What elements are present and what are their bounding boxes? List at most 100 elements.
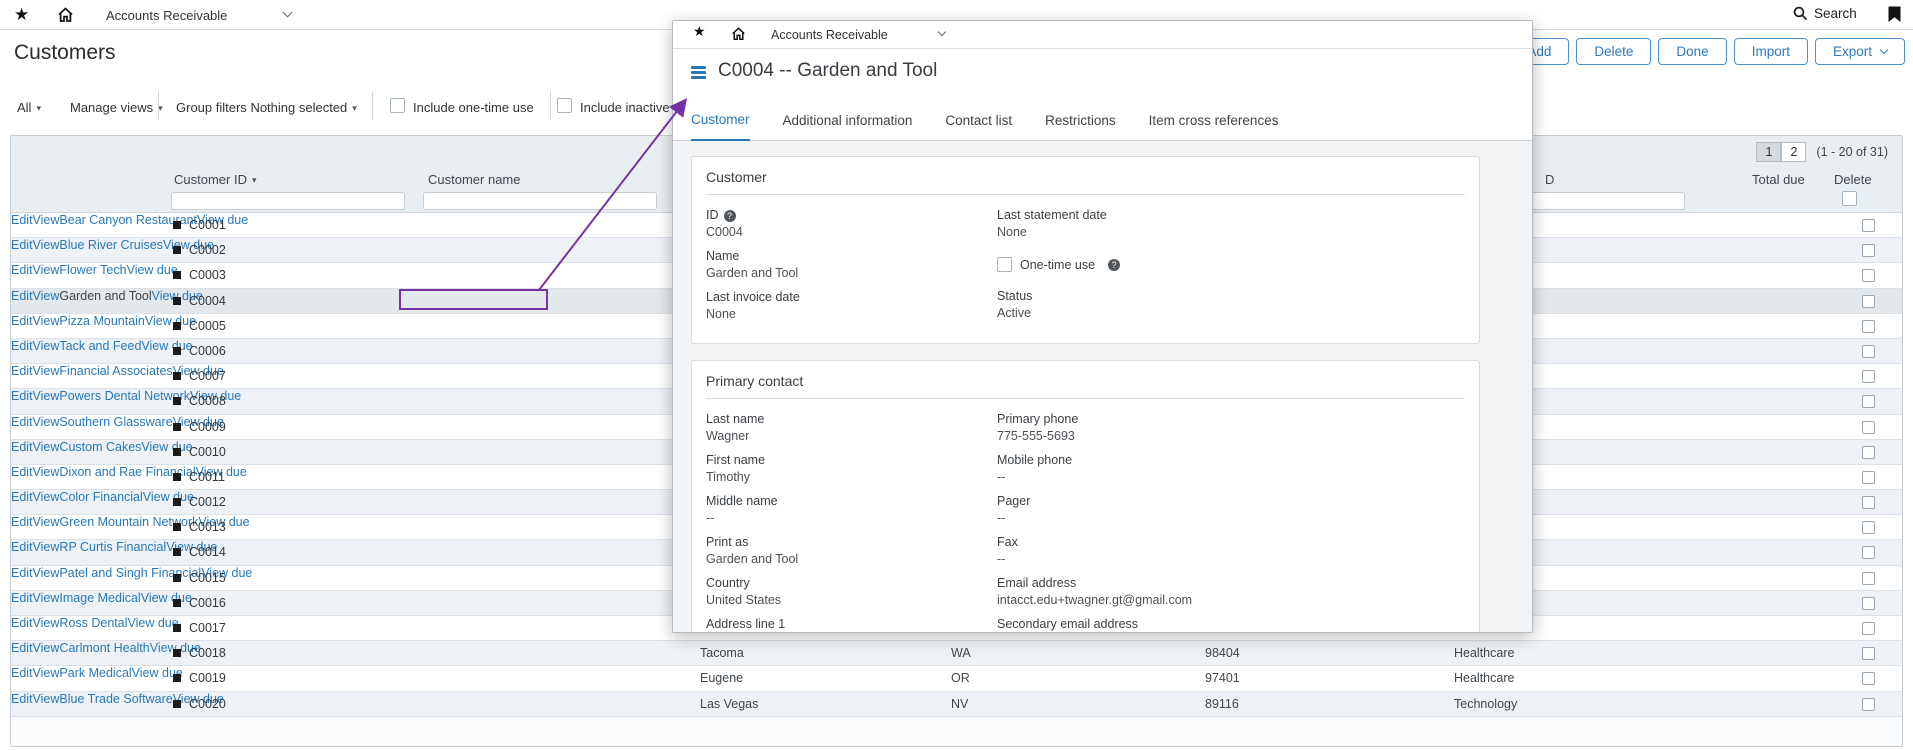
tab-customer[interactable]: Customer — [691, 112, 750, 142]
view-due-link[interactable]: View due — [127, 263, 178, 277]
view-due-link[interactable]: View due — [141, 591, 192, 605]
row-delete-checkbox[interactable] — [1862, 647, 1875, 660]
view-link[interactable]: View — [33, 364, 60, 378]
customer-name-link[interactable]: Financial Associates — [59, 364, 172, 378]
row-delete-checkbox[interactable] — [1862, 672, 1875, 685]
edit-link[interactable]: Edit — [11, 616, 33, 630]
row-delete-checkbox[interactable] — [1862, 421, 1875, 434]
row-delete-checkbox[interactable] — [1862, 622, 1875, 635]
bookmark-icon[interactable] — [1888, 6, 1901, 28]
customer-name-link[interactable]: Garden and Tool — [59, 289, 151, 303]
row-delete-checkbox[interactable] — [1862, 446, 1875, 459]
row-delete-checkbox[interactable] — [1862, 320, 1875, 333]
tab-additional-information[interactable]: Additional information — [783, 113, 913, 140]
view-link[interactable]: View — [33, 465, 60, 479]
row-delete-checkbox[interactable] — [1862, 244, 1875, 257]
search-button[interactable]: Search — [1793, 6, 1857, 21]
edit-link[interactable]: Edit — [11, 591, 33, 605]
home-icon[interactable] — [57, 7, 74, 28]
customer-name-link[interactable]: Image Medical — [59, 591, 140, 605]
view-link[interactable]: View — [33, 339, 60, 353]
edit-link[interactable]: Edit — [11, 314, 33, 328]
view-link[interactable]: View — [33, 389, 60, 403]
manage-views-menu[interactable]: Manage views▾ — [70, 100, 163, 115]
page-1-button[interactable]: 1 — [1756, 142, 1781, 162]
customer-name-link[interactable]: Pizza Mountain — [59, 314, 144, 328]
view-selector[interactable]: All▾ — [17, 100, 41, 115]
select-all-delete-checkbox[interactable] — [1842, 191, 1857, 206]
view-link[interactable]: View — [33, 213, 60, 227]
import-button[interactable]: Import — [1734, 38, 1808, 65]
view-link[interactable]: View — [33, 666, 60, 680]
favorite-star-icon[interactable]: ★ — [14, 3, 29, 27]
customer-name-link[interactable]: Park Medical — [59, 666, 131, 680]
module-menu[interactable]: Accounts Receivable — [106, 8, 227, 23]
edit-link[interactable]: Edit — [11, 666, 33, 680]
customer-name-link[interactable]: Custom Cakes — [59, 440, 141, 454]
delete-button[interactable]: Delete — [1576, 38, 1651, 65]
include-one-time-use-checkbox[interactable] — [390, 98, 405, 113]
view-link[interactable]: View — [33, 692, 60, 706]
view-link[interactable]: View — [33, 540, 60, 554]
view-link[interactable]: View — [33, 591, 60, 605]
customer-name-link[interactable]: Color Financial — [59, 490, 142, 504]
edit-link[interactable]: Edit — [11, 641, 33, 655]
view-link[interactable]: View — [33, 314, 60, 328]
one-time-use-checkbox[interactable] — [997, 257, 1012, 272]
customer-name-link[interactable]: Powers Dental Network — [59, 389, 190, 403]
row-delete-checkbox[interactable] — [1862, 471, 1875, 484]
row-delete-checkbox[interactable] — [1862, 370, 1875, 383]
chevron-down-icon[interactable] — [938, 28, 946, 36]
edit-link[interactable]: Edit — [11, 692, 33, 706]
customer-name-link[interactable]: Southern Glassware — [59, 415, 172, 429]
edit-link[interactable]: Edit — [11, 440, 33, 454]
edit-link[interactable]: Edit — [11, 515, 33, 529]
view-link[interactable]: View — [33, 641, 60, 655]
edit-link[interactable]: Edit — [11, 339, 33, 353]
favorite-star-icon[interactable]: ★ — [693, 23, 706, 40]
view-link[interactable]: View — [33, 566, 60, 580]
tab-contact-list[interactable]: Contact list — [945, 113, 1012, 140]
customer-name-link[interactable]: Tack and Feed — [59, 339, 141, 353]
page-2-button[interactable]: 2 — [1781, 142, 1806, 162]
edit-link[interactable]: Edit — [11, 263, 33, 277]
group-filters-menu[interactable]: Group filters Nothing selected▾ — [176, 100, 357, 115]
edit-link[interactable]: Edit — [11, 238, 33, 252]
view-link[interactable]: View — [33, 263, 60, 277]
view-link[interactable]: View — [33, 440, 60, 454]
view-link[interactable]: View — [33, 238, 60, 252]
home-icon[interactable] — [731, 27, 746, 46]
view-due-link[interactable]: View due — [141, 339, 192, 353]
view-link[interactable]: View — [33, 490, 60, 504]
view-link[interactable]: View — [33, 289, 60, 303]
list-menu-icon[interactable] — [691, 66, 706, 81]
tab-restrictions[interactable]: Restrictions — [1045, 113, 1116, 140]
row-delete-checkbox[interactable] — [1862, 219, 1875, 232]
view-due-link[interactable]: View due — [143, 490, 194, 504]
customer-name-link[interactable]: Blue River Cruises — [59, 238, 163, 252]
row-delete-checkbox[interactable] — [1862, 572, 1875, 585]
view-link[interactable]: View — [33, 415, 60, 429]
customer-id-filter-input[interactable] — [171, 192, 405, 210]
view-link[interactable]: View — [33, 515, 60, 529]
edit-link[interactable]: Edit — [11, 389, 33, 403]
customer-name-link[interactable]: Ross Dental — [59, 616, 127, 630]
row-delete-checkbox[interactable] — [1862, 698, 1875, 711]
edit-link[interactable]: Edit — [11, 540, 33, 554]
include-inactive-checkbox[interactable] — [557, 98, 572, 113]
row-delete-checkbox[interactable] — [1862, 496, 1875, 509]
customer-id-column-header[interactable]: Customer ID▾ — [174, 172, 257, 187]
customer-name-link[interactable]: RP Curtis Financial — [59, 540, 166, 554]
row-delete-checkbox[interactable] — [1862, 295, 1875, 308]
export-button[interactable]: Export — [1815, 38, 1905, 65]
edit-link[interactable]: Edit — [11, 490, 33, 504]
edit-link[interactable]: Edit — [11, 465, 33, 479]
help-icon[interactable]: ? — [724, 210, 736, 222]
customer-name-link[interactable]: Carlmont Health — [59, 641, 149, 655]
row-delete-checkbox[interactable] — [1862, 546, 1875, 559]
view-link[interactable]: View — [33, 616, 60, 630]
customer-name-link[interactable]: Flower Tech — [59, 263, 126, 277]
row-delete-checkbox[interactable] — [1862, 597, 1875, 610]
row-delete-checkbox[interactable] — [1862, 345, 1875, 358]
tab-item-cross-references[interactable]: Item cross references — [1149, 113, 1279, 140]
